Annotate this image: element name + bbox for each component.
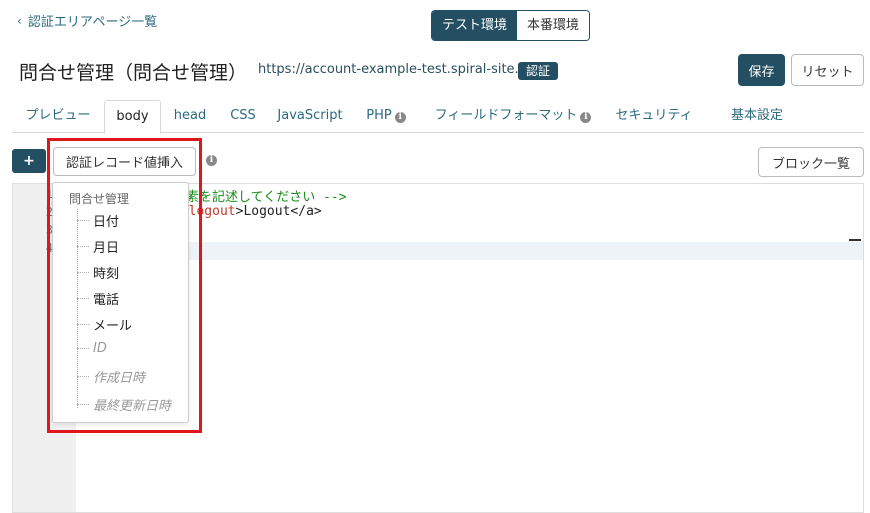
tab-field-format[interactable]: フィールドフォーマット i [421,100,605,133]
save-button[interactable]: 保存 [738,54,785,86]
tab-css[interactable]: CSS [219,100,267,133]
code-text: >Logout</a> [235,204,322,219]
tab-preview[interactable]: プレビュー [12,100,104,133]
chevron-left-icon: ‹ [17,13,22,28]
back-to-auth-page-list-link[interactable]: ‹ 認証エリアページ一覧 [17,11,158,31]
block-list-button[interactable]: ブロック一覧 [758,147,864,177]
tab-head[interactable]: head [163,100,217,133]
environment-toggle: テスト環境 本番環境 [431,10,591,41]
tab-javascript[interactable]: JavaScript [269,100,351,133]
back-link-label: 認証エリアページ一覧 [27,15,158,30]
info-icon[interactable]: i [206,155,217,166]
tab-security[interactable]: セキュリティ [609,100,699,133]
test-environment-button[interactable]: テスト環境 [432,11,518,40]
editor-tabs: プレビュー body head CSS JavaScript PHP i フィール… [12,100,864,134]
tab-body[interactable]: body [104,100,161,134]
tab-php[interactable]: PHP i [353,100,419,133]
info-icon: i [394,112,406,123]
fold-marker-icon[interactable] [849,239,861,241]
auth-badge: 認証 [518,62,559,80]
highlight-annotation-box [47,138,202,433]
site-url: https://account-example-test.spiral-site… [258,62,547,77]
tab-basic-settings[interactable]: 基本設定 [719,100,795,133]
page-title: 問合せ管理（問合せ管理） [19,62,248,84]
info-icon: i [580,112,592,123]
reset-button[interactable]: リセット [791,54,864,86]
add-block-button[interactable]: + [12,149,46,173]
production-environment-button[interactable]: 本番環境 [517,11,590,40]
